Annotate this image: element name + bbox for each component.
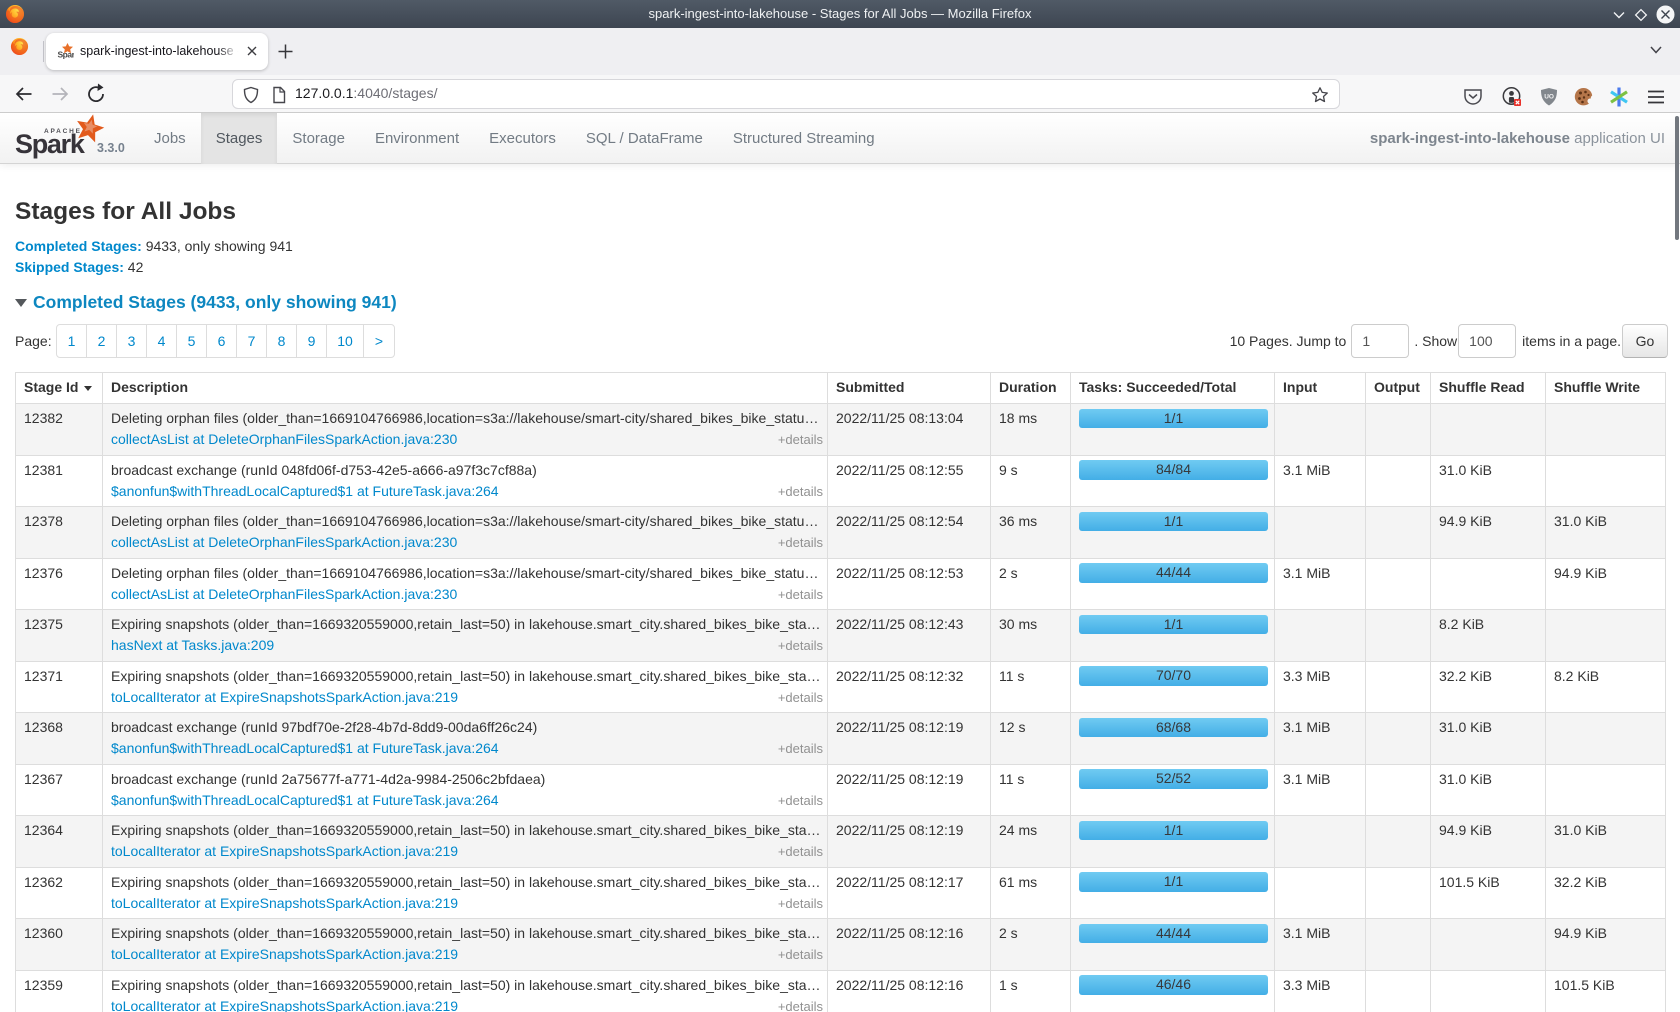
svg-text:UO: UO — [1544, 94, 1554, 101]
svg-text:Spark: Spark — [58, 50, 75, 60]
svg-text:Spark: Spark — [15, 129, 86, 159]
